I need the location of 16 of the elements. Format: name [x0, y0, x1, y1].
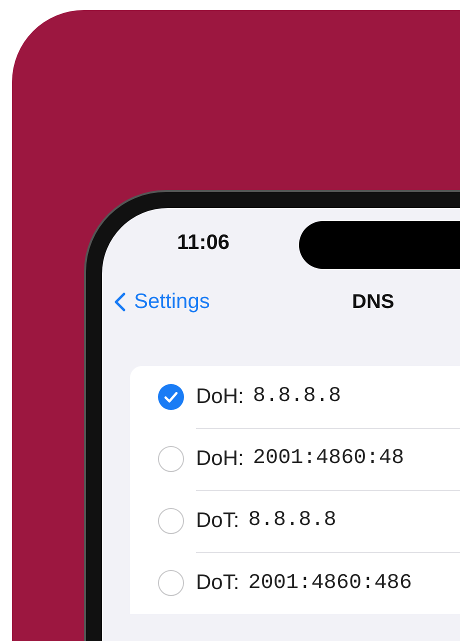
protocol-label: DoT: — [196, 508, 240, 532]
status-time: 11:06 — [177, 231, 231, 255]
protocol-label: DoT: — [196, 571, 240, 595]
protocol-label: DoH: — [196, 446, 244, 470]
checked-radio[interactable] — [158, 384, 184, 410]
chevron-left-icon — [114, 292, 126, 312]
server-address: 2001:4860:48 — [252, 447, 404, 470]
radio-button[interactable] — [158, 570, 184, 596]
server-address: 8.8.8.8 — [252, 385, 342, 408]
protocol-label: DoH: — [196, 384, 244, 408]
radio-button[interactable] — [158, 446, 184, 472]
server-address: 8.8.8.8 — [248, 509, 336, 532]
radio-button[interactable] — [158, 508, 184, 534]
nav-title: DNS — [352, 290, 394, 314]
server-address: 2001:4860:486 — [248, 572, 412, 594]
back-button[interactable]: Settings — [102, 290, 352, 314]
